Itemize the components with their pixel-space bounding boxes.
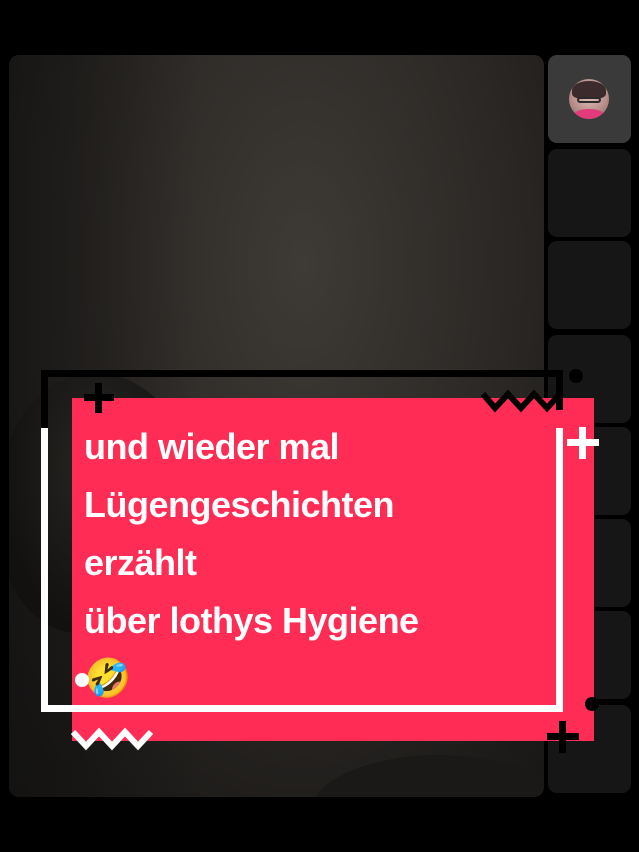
dot-sticker-white-icon	[75, 673, 89, 687]
zigzag-sticker-white-icon	[70, 727, 154, 751]
dot-sticker-black-icon	[569, 369, 583, 383]
participant-tile-2[interactable]	[548, 149, 631, 237]
laughing-emoji: 🤣	[84, 658, 131, 700]
caption-frame-left	[41, 370, 48, 428]
plus-sticker-black-bottom-icon	[547, 721, 579, 753]
plus-sticker-white-icon	[567, 427, 599, 459]
caption-frame-top	[41, 370, 563, 377]
plus-sticker-black-top-left-icon	[84, 383, 114, 413]
participant-shoulder-silhouette	[309, 755, 544, 797]
caption-line-4: über lothys Hygiene	[84, 600, 419, 641]
participant-tile-1[interactable]	[548, 55, 631, 143]
participant-tile-3[interactable]	[548, 241, 631, 329]
caption-text: und wieder mal Lügengeschichten erzählt …	[84, 418, 584, 708]
dot-sticker-black-right-icon	[585, 697, 599, 711]
caption-line-1: und wieder mal	[84, 426, 340, 467]
caption-line-2: Lügengeschichten	[84, 484, 395, 525]
avatar	[569, 79, 609, 119]
caption-line-3: erzählt	[84, 542, 197, 583]
zigzag-sticker-black-icon	[480, 389, 563, 413]
